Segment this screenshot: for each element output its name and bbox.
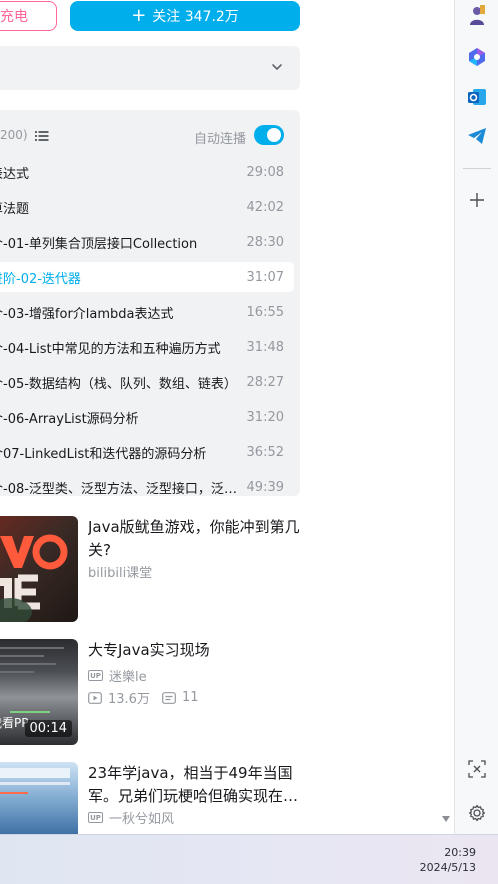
video-thumbnail[interactable]: 我看PP 00:14	[0, 639, 78, 745]
episode-duration: 31:48	[246, 339, 284, 355]
copilot-icon[interactable]	[466, 46, 488, 68]
charge-button[interactable]: 充电	[0, 1, 57, 31]
danmaku-icon	[162, 691, 176, 704]
episode-duration: 28:30	[246, 234, 284, 250]
video-uploader-row: UP 一秋兮如风	[88, 808, 174, 827]
episode-duration: 16:55	[246, 304, 284, 320]
video-stats: 13.6万 11	[88, 688, 199, 707]
autoplay-label: 自动连播	[193, 132, 246, 147]
episode-duration: 31:20	[246, 409, 284, 425]
telegram-icon[interactable]	[466, 125, 488, 147]
video-title[interactable]: Java版鱿鱼游戏，你能冲到第几关?	[88, 516, 300, 562]
episode-item[interactable]: 介-05-数据结构（栈、队列、数组、链表） 28:27	[0, 367, 294, 397]
episode-item[interactable]: 介-01-单列集合顶层接口Collection 28:30	[0, 227, 294, 257]
recommended-video[interactable]: Java版鱿鱼游戏，你能冲到第几关? bilibili课堂	[0, 516, 310, 626]
clock-time: 20:39	[444, 846, 476, 859]
settings-icon[interactable]	[466, 802, 488, 824]
episode-title: 算法题	[0, 201, 30, 217]
follow-button[interactable]: + 关注 347.2万	[70, 1, 300, 31]
episode-item[interactable]: 介-08-泛型类、泛型方法、泛型接口，泛型的继承和通配符49:39	[0, 472, 294, 497]
user-pawn-icon[interactable]	[466, 5, 488, 27]
video-uploader-row: UP 迷樂le	[88, 666, 147, 685]
episode-title: 介-04-List中常见的方法和五种遍历方式	[0, 341, 221, 357]
video-title[interactable]: 大专Java实习现场	[88, 639, 300, 662]
episode-item[interactable]: 介-04-List中常见的方法和五种遍历方式 31:48	[0, 332, 294, 362]
episode-title: 进阶-02-迭代器	[0, 271, 81, 287]
episode-item[interactable]: 表达式 29:08	[0, 157, 294, 187]
episode-item[interactable]: 介-06-ArrayList源码分析 31:20	[0, 402, 294, 432]
episode-title: 表达式	[0, 166, 30, 182]
episode-title: 介07-LinkedList和迭代器的源码分析	[0, 446, 207, 462]
sidebar-divider	[463, 168, 491, 169]
episode-item[interactable]: 算法题 42:02	[0, 192, 294, 222]
episode-duration: 49:39	[246, 479, 284, 495]
up-badge-icon: UP	[88, 670, 103, 681]
episode-item[interactable]: 介07-LinkedList和迭代器的源码分析 36:52	[0, 437, 294, 467]
episode-duration: 29:08	[246, 164, 284, 180]
episode-title: 介-01-单列集合顶层接口Collection	[0, 236, 198, 252]
episode-duration: 42:02	[246, 199, 284, 215]
thumbnail-art	[0, 534, 68, 622]
video-page: 充电 + 关注 347.2万 200) 自动连播 表达式 29:08 算法题 42:…	[0, 0, 454, 834]
screenshot-icon[interactable]	[466, 758, 488, 780]
video-title[interactable]: 23年学java，相当于49年当国军。兄弟们玩梗哈但确实现在行情不好	[88, 762, 300, 808]
collapsed-panel[interactable]	[0, 46, 300, 90]
video-thumbnail[interactable]	[0, 516, 78, 622]
recommended-video[interactable]: 23年学java，相当于49年当国军。兄弟们玩梗哈但确实现在行情不好 UP 一秋…	[0, 762, 310, 834]
episode-title: 介-05-数据结构（栈、队列、数组、链表）	[0, 376, 237, 392]
video-duration: 00:14	[24, 720, 72, 737]
playlist-header: 200) 自动连播	[0, 124, 300, 148]
follow-label: 关注 347.2万	[152, 9, 239, 25]
episode-duration: 31:07	[246, 269, 284, 285]
taskbar: 20:39 2024/5/13	[0, 834, 498, 884]
plus-icon: +	[131, 5, 147, 26]
chevron-down-icon	[272, 64, 282, 70]
thumbnail-art	[0, 768, 70, 794]
add-icon[interactable]	[466, 189, 488, 211]
clock-date: 2024/5/13	[419, 861, 476, 874]
play-count-icon	[88, 691, 102, 704]
episode-duration: 36:52	[246, 444, 284, 460]
episode-item-active[interactable]: 进阶-02-迭代器 31:07	[0, 262, 294, 292]
system-clock[interactable]: 20:39 2024/5/13	[420, 845, 476, 875]
scroll-down-arrow-icon[interactable]	[441, 814, 451, 824]
episode-title: 介-03-增强for介lambda表达式	[0, 306, 174, 322]
toggle-knob	[267, 128, 281, 142]
view-count: 13.6万	[108, 692, 150, 707]
video-meta: bilibili课堂	[88, 562, 152, 581]
charge-label: 充电	[0, 9, 28, 25]
browser-sidebar	[454, 0, 498, 834]
episode-duration: 28:27	[246, 374, 284, 390]
autoplay-toggle[interactable]	[254, 125, 284, 145]
danmaku-count: 11	[181, 690, 199, 705]
episode-title: 介-08-泛型类、泛型方法、泛型接口，泛型的继承和通配符	[0, 481, 244, 497]
list-view-icon[interactable]	[35, 130, 49, 142]
outlook-icon[interactable]	[466, 86, 488, 108]
episode-playlist: 200) 自动连播 表达式 29:08 算法题 42:02 介-01-单列集合顶层接…	[0, 110, 300, 496]
episode-count: 200)	[0, 128, 28, 142]
up-badge-icon: UP	[88, 812, 103, 823]
video-author[interactable]: 迷樂le	[109, 666, 147, 685]
episode-title: 介-06-ArrayList源码分析	[0, 411, 139, 427]
video-author[interactable]: 一秋兮如风	[109, 808, 174, 827]
episode-item[interactable]: 介-03-增强for介lambda表达式 16:55	[0, 297, 294, 327]
recommended-video[interactable]: 我看PP 00:14 大专Java实习现场 UP 迷樂le 13.6万 11	[0, 639, 310, 749]
video-thumbnail[interactable]	[0, 762, 78, 834]
video-author[interactable]: bilibili课堂	[88, 562, 152, 581]
